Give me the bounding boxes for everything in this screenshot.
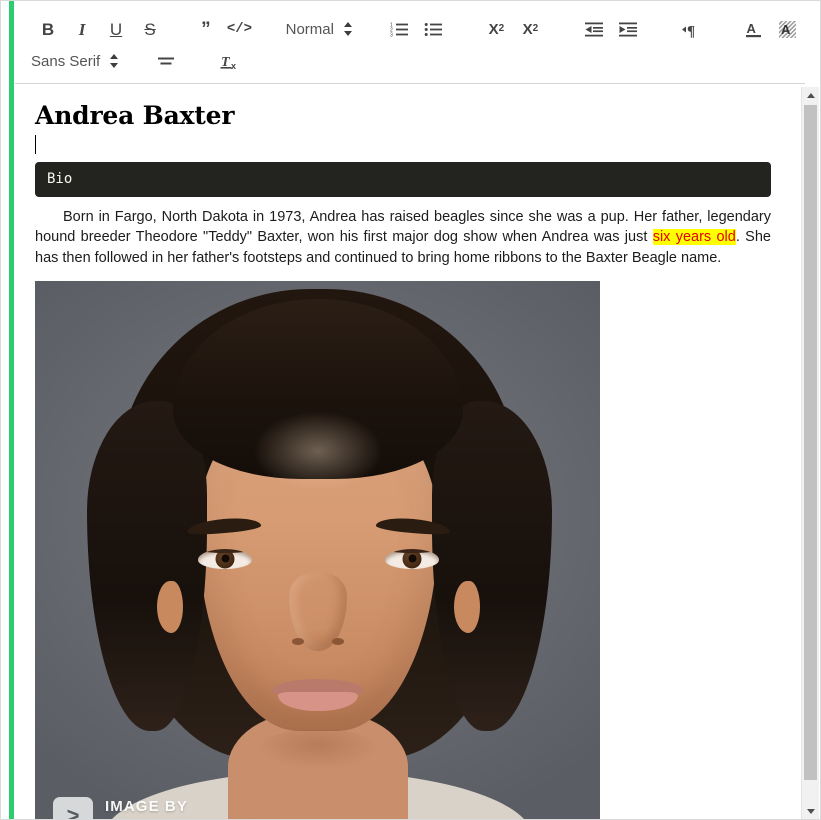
vertical-scrollbar[interactable] <box>801 87 819 819</box>
toolbar-row-1: B I U S ” </> Normal 1 2 3 X 2 X 2 ¶ A A <box>15 13 805 45</box>
superscript-label: X <box>522 20 533 38</box>
portrait-photo[interactable]: > IMAGE BY GENERATED PHOTOS <box>35 280 600 819</box>
text-caret <box>35 135 36 154</box>
nostril-left <box>291 637 304 645</box>
code-block-text: Bio <box>47 171 73 187</box>
eyelid-right <box>385 548 439 553</box>
eye-right <box>385 548 439 569</box>
superscript-button[interactable]: X2 <box>513 16 547 42</box>
text-color-button[interactable]: A <box>737 16 771 42</box>
outdent-button[interactable] <box>577 16 611 42</box>
ear-left <box>157 580 183 633</box>
text-direction-button[interactable]: ¶ <box>674 16 708 42</box>
pupil-right <box>408 554 416 563</box>
formatting-toolbar: B I U S ” </> Normal 1 2 3 X 2 X 2 ¶ A A… <box>15 9 805 84</box>
watermark-line-1: IMAGE BY <box>105 798 188 816</box>
chin-shadow <box>257 728 378 769</box>
svg-text:x: x <box>231 61 236 71</box>
chevron-up-icon <box>806 93 815 98</box>
pupil-left <box>221 554 229 563</box>
nostril-right <box>331 637 344 645</box>
background-color-button[interactable]: A <box>771 16 805 42</box>
font-family-select[interactable]: Sans Serif <box>31 48 119 74</box>
font-family-select-value: Sans Serif <box>31 52 101 70</box>
svg-text:¶: ¶ <box>687 23 695 38</box>
scroll-down-button[interactable] <box>802 803 819 819</box>
bio-paragraph[interactable]: Born in Fargo, North Dakota in 1973, And… <box>35 207 771 269</box>
document-title: Andrea Baxter <box>35 101 235 130</box>
chevron-updown-icon <box>110 53 119 69</box>
bullet-list-button[interactable] <box>416 16 450 42</box>
eyelid-left <box>198 548 252 553</box>
document-body[interactable]: Andrea Baxter Bio Born in Fargo, North D… <box>15 87 787 819</box>
eye-left <box>198 548 252 569</box>
watermark-text: IMAGE BY GENERATED PHOTOS <box>105 798 283 819</box>
editor-window: B I U S ” </> Normal 1 2 3 X 2 X 2 ¶ A A… <box>0 0 821 820</box>
editor-content-area[interactable]: Andrea Baxter Bio Born in Fargo, North D… <box>15 87 787 819</box>
subscript-label: X <box>488 20 499 38</box>
ear-right <box>454 580 480 633</box>
indent-button[interactable] <box>611 16 645 42</box>
empty-line[interactable] <box>35 134 771 156</box>
svg-text:A: A <box>781 22 791 37</box>
align-button[interactable] <box>149 48 183 74</box>
clear-formatting-button[interactable]: T x <box>213 48 247 74</box>
code-block[interactable]: Bio <box>35 162 771 197</box>
watermark-line-2: GENERATED PHOTOS <box>105 816 283 819</box>
lower-lip <box>277 691 358 711</box>
chevron-down-icon <box>806 809 815 814</box>
blockquote-button[interactable]: ” <box>188 16 222 42</box>
subscript-button[interactable]: X2 <box>479 16 513 42</box>
forehead-highlight <box>252 410 383 491</box>
left-accent-bar <box>9 1 14 819</box>
heading-select[interactable]: Normal <box>286 16 353 42</box>
scroll-up-button[interactable] <box>802 87 819 104</box>
superscript-index: 2 <box>532 23 539 34</box>
code-block-button[interactable]: </> <box>222 16 256 42</box>
chevron-updown-icon <box>343 21 353 37</box>
scrollbar-thumb[interactable] <box>804 105 817 780</box>
bold-button[interactable]: B <box>31 16 65 42</box>
svg-text:A: A <box>747 21 757 36</box>
subscript-index: 2 <box>498 23 505 34</box>
toolbar-row-2: Sans Serif T x <box>15 45 805 77</box>
svg-text:3: 3 <box>390 32 393 38</box>
italic-button[interactable]: I <box>65 16 99 42</box>
mouth <box>271 678 364 713</box>
strikethrough-button[interactable]: S <box>133 16 167 42</box>
watermark-chevron-icon: > <box>53 796 93 819</box>
heading-select-value: Normal <box>285 20 334 38</box>
underline-button[interactable]: U <box>99 16 133 42</box>
highlighted-text: six years old <box>652 229 736 246</box>
nose <box>288 572 347 651</box>
image-watermark: > IMAGE BY GENERATED PHOTOS <box>53 796 283 819</box>
ordered-list-button[interactable]: 1 2 3 <box>382 16 416 42</box>
